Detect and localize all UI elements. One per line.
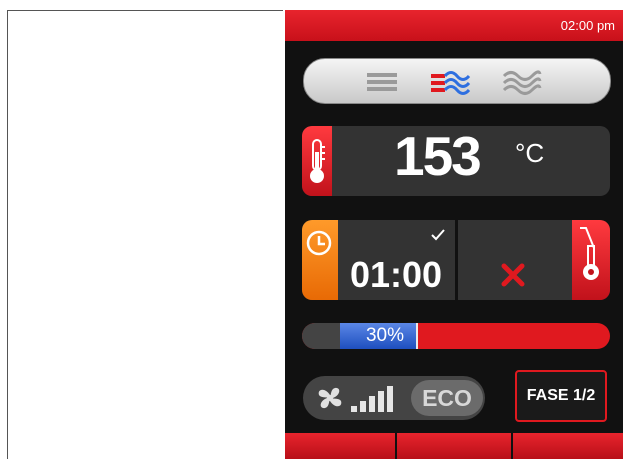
eco-button[interactable]: ECO	[411, 380, 483, 416]
fan-speed-bar	[378, 391, 384, 412]
temperature-unit: °C	[515, 138, 545, 168]
bottom-tab-2[interactable]	[397, 433, 511, 459]
cancel-x-icon	[501, 263, 525, 287]
steam-waves-icon[interactable]	[500, 66, 542, 96]
bottom-tab-1[interactable]	[285, 433, 395, 459]
cooking-progress-bar: 30%	[302, 323, 610, 349]
progress-label: 30%	[365, 325, 405, 346]
check-icon	[431, 229, 445, 241]
probe-tab	[572, 220, 610, 300]
thermometer-tab	[302, 126, 332, 196]
fan-speed-bar	[369, 396, 375, 412]
fan-speed-bar	[351, 406, 357, 412]
temperature-setting[interactable]: 153 °C	[302, 125, 610, 196]
progress-start-segment	[302, 323, 340, 349]
blank-area	[7, 10, 283, 459]
phase-label: FASE 1/2	[526, 387, 596, 404]
oven-control-panel: 02:00 pm 153 °C 01:00 30% ECO FASE 1/2	[285, 10, 623, 459]
timer-value: 01:00	[350, 254, 443, 295]
temperature-value: 153	[394, 125, 482, 187]
clock-tab	[302, 220, 338, 300]
clock-icon	[306, 230, 332, 256]
fan-icon[interactable]	[315, 385, 345, 411]
clock-time: 02:00 pm	[560, 18, 615, 33]
fan-eco-bar: ECO	[303, 376, 485, 420]
hot-air-waves-icon[interactable]	[429, 66, 471, 96]
core-probe-setting[interactable]	[458, 220, 610, 300]
convection-lines-icon[interactable]	[364, 66, 404, 96]
fan-speed-indicator[interactable]	[349, 384, 399, 414]
phase-button[interactable]: FASE 1/2	[515, 370, 607, 422]
timer-setting[interactable]: 01:00	[302, 220, 455, 300]
cooking-mode-selector	[303, 58, 611, 104]
fan-speed-bar	[387, 386, 393, 412]
core-probe-icon	[580, 227, 599, 280]
thermometer-icon	[310, 139, 325, 183]
status-bar: 02:00 pm	[285, 10, 623, 41]
fan-speed-bar	[360, 401, 366, 412]
bottom-tab-3[interactable]	[513, 433, 623, 459]
